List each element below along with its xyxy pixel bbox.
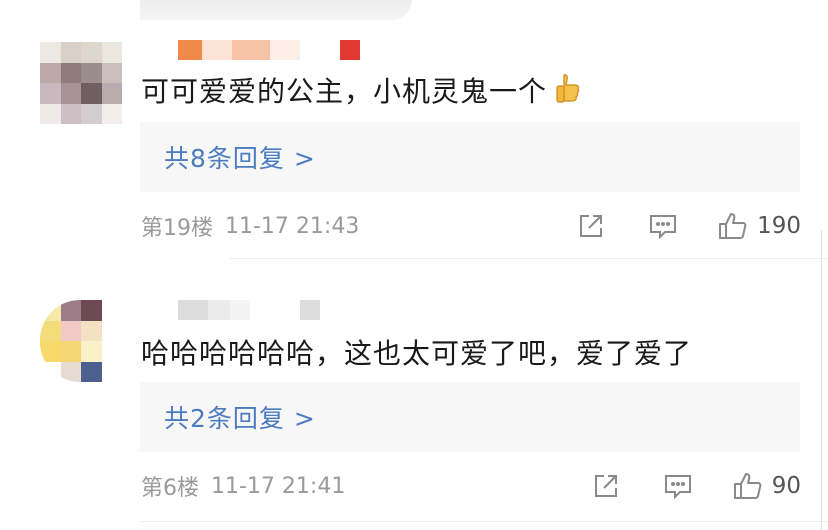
floor-number: 第6楼 [141, 476, 199, 501]
like-count: 90 [771, 473, 801, 499]
comment-icon[interactable] [647, 210, 679, 242]
comment-actions: 90 [590, 470, 801, 502]
avatar-pixelated[interactable] [40, 42, 122, 124]
share-icon[interactable] [590, 470, 622, 502]
username-masked[interactable] [178, 300, 320, 320]
thumbs-up-icon [717, 210, 749, 242]
comment-meta: 第19楼 11-17 21:43 190 [141, 210, 801, 242]
floor-number: 第19楼 [141, 216, 213, 241]
comment-actions: 190 [575, 210, 801, 242]
username-masked[interactable] [178, 40, 360, 60]
like-count: 190 [757, 213, 801, 239]
view-replies-link[interactable]: 共8条回复 > [140, 122, 800, 192]
comment-text: 可可爱爱的公主，小机灵鬼一个 [141, 70, 581, 110]
view-replies-link[interactable]: 共2条回复 > [140, 382, 800, 452]
previous-comment-remnant [140, 0, 412, 20]
comment-text: 哈哈哈哈哈哈，这也太可爱了吧，爱了爱了 [141, 337, 693, 370]
like-button[interactable]: 190 [717, 210, 801, 242]
comment-divider [230, 258, 828, 259]
avatar-pixelated[interactable] [40, 300, 122, 382]
comment-timestamp: 11-17 21:41 [211, 473, 346, 499]
scrollbar-track[interactable] [821, 230, 822, 530]
comment-divider [140, 521, 828, 522]
comment-text-body: 可可爱爱的公主，小机灵鬼一个 [141, 75, 548, 108]
thumbs-up-icon [732, 470, 764, 502]
comment-list: 可可爱爱的公主，小机灵鬼一个 共8条回复 > 第19楼 11-17 21:43 [0, 0, 828, 530]
comment-icon[interactable] [662, 470, 694, 502]
share-icon[interactable] [575, 210, 607, 242]
thumbs-up-emoji-icon [555, 73, 581, 105]
comment-meta: 第6楼 11-17 21:41 90 [141, 470, 801, 502]
like-button[interactable]: 90 [732, 470, 801, 502]
comment-timestamp: 11-17 21:43 [225, 213, 360, 239]
